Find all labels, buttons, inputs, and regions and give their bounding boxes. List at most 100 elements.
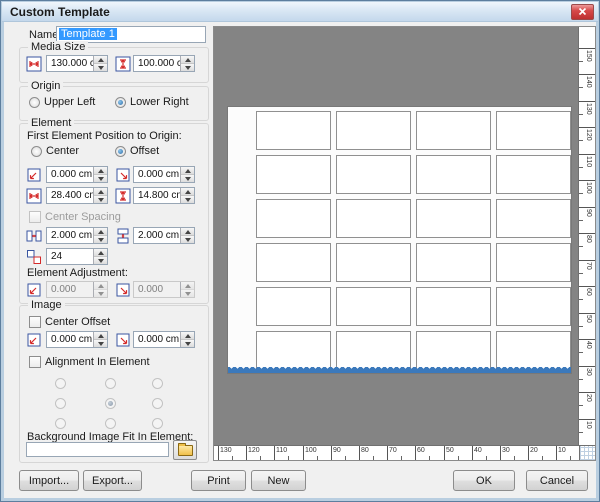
- element-count-spin-buttons[interactable]: [93, 249, 107, 264]
- center-offset-checkbox[interactable]: [29, 316, 41, 328]
- template-element-cell: [496, 199, 571, 238]
- ruler-minor-tick: [579, 114, 583, 115]
- element-height-spinner[interactable]: 14.800 cm: [133, 187, 195, 204]
- element-adjustment-label: Element Adjustment:: [27, 267, 128, 279]
- position-offset-radio[interactable]: [115, 146, 126, 157]
- ruler-minor-tick: [288, 456, 289, 460]
- spin-up-icon[interactable]: [181, 228, 194, 236]
- ruler-tick: [303, 446, 304, 460]
- new-button[interactable]: New: [251, 470, 306, 491]
- image-offset-x-spinner[interactable]: 0.000 cm: [46, 331, 108, 348]
- adjustment-x-spin-buttons: [93, 282, 107, 297]
- image-offset-y-spin-buttons[interactable]: [180, 332, 194, 347]
- folder-open-icon: [178, 445, 193, 456]
- adjustment-y-icon: [115, 282, 131, 298]
- cancel-button[interactable]: Cancel: [526, 470, 588, 491]
- spin-down-icon[interactable]: [94, 340, 107, 347]
- spin-up-icon[interactable]: [94, 332, 107, 340]
- spacing-horizontal-spinner[interactable]: 2.000 cm: [46, 227, 108, 244]
- element-width-spinner[interactable]: 28.400 cm: [46, 187, 108, 204]
- media-height-spin-buttons[interactable]: [180, 56, 194, 71]
- alignment-radio-top-left: [55, 378, 66, 389]
- spin-down-icon[interactable]: [94, 257, 107, 264]
- media-width-spin-buttons[interactable]: [93, 56, 107, 71]
- ruler-tick: [579, 180, 595, 181]
- spin-down-icon[interactable]: [94, 64, 107, 71]
- origin-lower-right-radio[interactable]: [115, 97, 126, 108]
- element-height-spin-buttons[interactable]: [180, 188, 194, 203]
- ruler-tick: [528, 446, 529, 460]
- spacing-vertical-spinner[interactable]: 2.000 cm: [133, 227, 195, 244]
- ruler-label: 70: [585, 262, 592, 270]
- close-button[interactable]: [571, 4, 594, 20]
- spacing-horizontal-spin-buttons[interactable]: [93, 228, 107, 243]
- element-offset-y-spin-buttons[interactable]: [180, 167, 194, 182]
- spin-down-icon[interactable]: [181, 340, 194, 347]
- ruler-tick: [579, 313, 595, 314]
- export-button[interactable]: Export...: [83, 470, 142, 491]
- browse-background-button[interactable]: [173, 440, 197, 460]
- image-offset-y-spinner[interactable]: 0.000 cm: [133, 331, 195, 348]
- spin-up-icon[interactable]: [94, 188, 107, 196]
- position-offset-label: Offset: [130, 145, 159, 157]
- ok-button-label: OK: [476, 475, 492, 487]
- spin-up-icon[interactable]: [94, 56, 107, 64]
- alignment-in-element-checkbox[interactable]: [29, 356, 41, 368]
- template-element-cell: [336, 287, 411, 326]
- spacing-vertical-spin-buttons[interactable]: [180, 228, 194, 243]
- media-height-spinner[interactable]: 100.000 cm: [133, 55, 195, 72]
- spin-down-icon[interactable]: [181, 236, 194, 243]
- element-count-icon: [26, 249, 42, 265]
- spin-down-icon[interactable]: [94, 236, 107, 243]
- ok-button[interactable]: OK: [453, 470, 515, 491]
- spin-up-icon[interactable]: [181, 188, 194, 196]
- position-center-radio[interactable]: [31, 146, 42, 157]
- template-element-cell: [496, 155, 571, 194]
- element-offset-y-spinner[interactable]: 0.000 cm: [133, 166, 195, 183]
- alignment-radio-top-center: [105, 378, 116, 389]
- element-count-spinner[interactable]: 24: [46, 248, 108, 265]
- image-offset-x-icon: [26, 332, 42, 348]
- print-button[interactable]: Print: [191, 470, 246, 491]
- background-image-path-field[interactable]: [26, 442, 169, 457]
- template-element-cell: [256, 287, 331, 326]
- element-offset-x-spin-buttons[interactable]: [93, 167, 107, 182]
- element-width-spin-buttons[interactable]: [93, 188, 107, 203]
- import-button[interactable]: Import...: [19, 470, 79, 491]
- spin-up-icon: [94, 282, 107, 290]
- spin-up-icon[interactable]: [181, 332, 194, 340]
- element-offset-x-spinner[interactable]: 0.000 cm: [46, 166, 108, 183]
- element-width-icon: [26, 188, 42, 204]
- name-input-selected-text: Template 1: [59, 28, 117, 40]
- ruler-minor-tick: [579, 220, 583, 221]
- ruler-minor-tick: [579, 352, 583, 353]
- ruler-label: 70: [389, 447, 397, 454]
- ruler-tick: [579, 392, 595, 393]
- media-height-icon: [115, 56, 131, 72]
- spin-up-icon[interactable]: [181, 167, 194, 175]
- element-width-value: 28.400 cm: [47, 188, 93, 203]
- spin-down-icon[interactable]: [181, 64, 194, 71]
- template-element-cell: [496, 331, 571, 370]
- image-offset-x-spin-buttons[interactable]: [93, 332, 107, 347]
- spin-up-icon[interactable]: [94, 228, 107, 236]
- spin-down-icon[interactable]: [94, 175, 107, 182]
- spin-up-icon[interactable]: [181, 56, 194, 64]
- ruler-tick: [556, 446, 557, 460]
- element-height-value: 14.800 cm: [134, 188, 180, 203]
- spin-down-icon[interactable]: [94, 196, 107, 203]
- ruler-minor-tick: [373, 456, 374, 460]
- spin-up-icon[interactable]: [94, 167, 107, 175]
- ruler-label: 130: [220, 447, 232, 454]
- element-offset-y-value: 0.000 cm: [134, 167, 180, 182]
- adjustment-x-icon: [26, 282, 42, 298]
- ruler-minor-tick: [486, 456, 487, 460]
- spin-down-icon[interactable]: [181, 196, 194, 203]
- spin-up-icon[interactable]: [94, 249, 107, 257]
- ruler-tick: [246, 446, 247, 460]
- template-preview: 1501401301201101009080706050403020100 13…: [213, 26, 596, 461]
- media-width-spinner[interactable]: 130.000 cm: [46, 55, 108, 72]
- preview-canvas: [214, 27, 578, 445]
- spin-down-icon[interactable]: [181, 175, 194, 182]
- origin-upper-left-radio[interactable]: [29, 97, 40, 108]
